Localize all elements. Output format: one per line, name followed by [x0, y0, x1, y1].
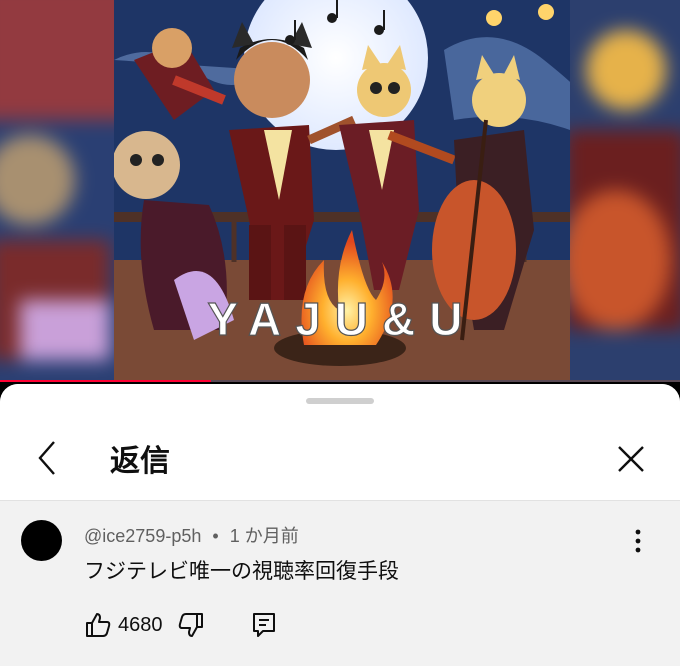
- replies-header: 返信: [0, 384, 680, 501]
- comment-time: 1 か月前: [229, 526, 299, 546]
- sheet-drag-handle[interactable]: [306, 398, 374, 404]
- dislike-button[interactable]: [177, 611, 205, 639]
- comment-reply-icon: [252, 613, 275, 637]
- close-button[interactable]: [612, 440, 650, 478]
- video-progress-bar[interactable]: [0, 380, 680, 382]
- chevron-left-icon: [38, 441, 55, 475]
- back-button[interactable]: [30, 438, 66, 478]
- comment-more-button[interactable]: [626, 528, 650, 554]
- meta-separator: •: [212, 526, 219, 546]
- more-vert-icon: [635, 529, 641, 553]
- avatar[interactable]: [21, 520, 62, 561]
- comment-text: フジテレビ唯一の視聴率回復手段: [84, 559, 399, 583]
- close-icon: [618, 446, 644, 472]
- like-count: 4680: [118, 613, 163, 636]
- like-button[interactable]: [84, 611, 112, 639]
- video-blur-backdrop-right: [566, 0, 680, 382]
- video-blur-backdrop-left: [0, 0, 114, 382]
- comment-author[interactable]: @ice2759-p5h: [84, 526, 201, 546]
- reply-button[interactable]: [251, 611, 277, 639]
- replies-title: 返信: [110, 444, 170, 479]
- comment-actions: 4680: [84, 608, 277, 642]
- comment-meta: @ice2759-p5h • 1 か月前: [84, 522, 299, 548]
- video-overlay-text: YAJU&U: [208, 293, 477, 345]
- video-player[interactable]: YAJU&U: [0, 0, 680, 382]
- thumbs-down-icon: [178, 613, 203, 637]
- video-progress-fill: [0, 380, 211, 382]
- thumbs-up-icon: [86, 613, 111, 637]
- video-illustration: YAJU&U: [114, 0, 570, 382]
- video-frame: YAJU&U: [114, 0, 570, 382]
